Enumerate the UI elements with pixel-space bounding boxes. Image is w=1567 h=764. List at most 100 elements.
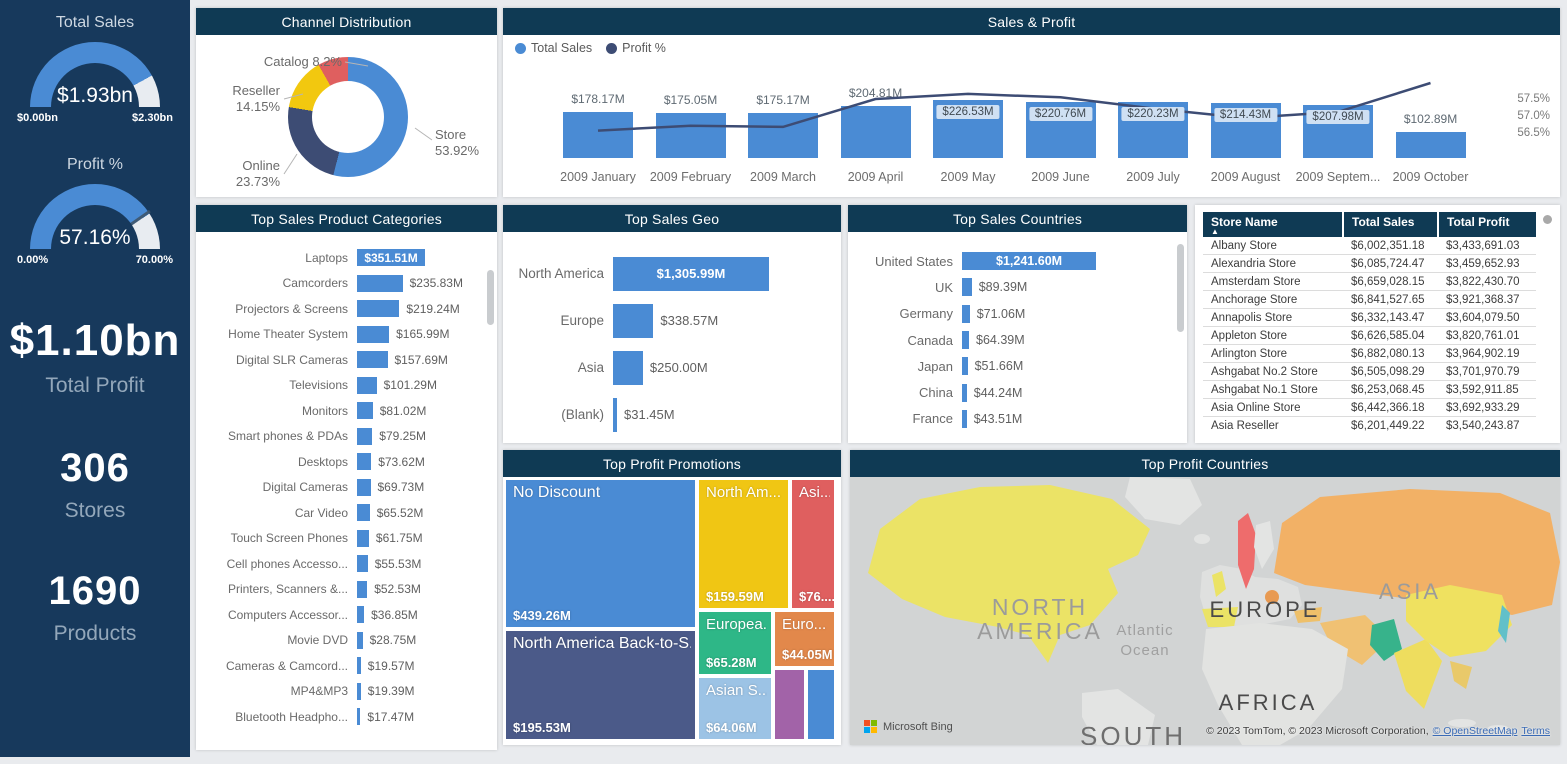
bar-row[interactable]: Laptops$351.51M	[202, 245, 483, 271]
bar-row[interactable]: North America$1,305.99M	[509, 250, 829, 297]
map-canvas[interactable]: NORTH AMERICA EUROPE ASIA AFRICA SOUTH A…	[850, 477, 1560, 745]
combo-chart[interactable]: Total Sales Profit % $178.17M2009 Januar…	[503, 35, 1560, 197]
stores-kpi[interactable]: 306 Stores	[0, 446, 190, 523]
treemap-block[interactable]	[775, 670, 804, 739]
total-profit-kpi[interactable]: $1.10bn Total Profit	[0, 316, 190, 398]
bar-row[interactable]: Projectors & Screens$219.24M	[202, 296, 483, 322]
column-header-total-profit[interactable]: Total Profit	[1438, 212, 1536, 237]
bar-row[interactable]: Home Theater System$165.99M	[202, 322, 483, 348]
table-row[interactable]: Ashgabat No.1 Store$6,253,068.45$3,592,9…	[1203, 381, 1536, 399]
bar[interactable]	[962, 278, 972, 296]
bar[interactable]	[357, 428, 372, 445]
bar-row[interactable]: Movie DVD$28.75M	[202, 628, 483, 654]
bar[interactable]	[357, 632, 363, 649]
openstreetmap-link[interactable]: © OpenStreetMap	[1433, 725, 1518, 737]
bar[interactable]: $1,305.99M	[613, 257, 769, 291]
column-header-store-name[interactable]: Store Name▲	[1203, 212, 1343, 237]
treemap-block[interactable]: Asi...$76....	[792, 480, 834, 608]
bar[interactable]	[357, 300, 399, 317]
bar[interactable]: $1,241.60M	[962, 252, 1096, 270]
table-header-row[interactable]: Store Name▲ Total Sales Total Profit	[1203, 212, 1536, 237]
bar-row[interactable]: Televisions$101.29M	[202, 373, 483, 399]
bar[interactable]	[613, 304, 653, 338]
treemap-block[interactable]: North Am...$159.59M	[699, 480, 788, 608]
bar-row[interactable]: Europe$338.57M	[509, 297, 829, 344]
total-sales-bar[interactable]	[563, 112, 633, 158]
world-map[interactable]: NORTH AMERICA EUROPE ASIA AFRICA SOUTH A…	[850, 477, 1560, 745]
bar[interactable]	[962, 384, 967, 402]
bar-row[interactable]: Germany$71.06M	[854, 301, 1171, 327]
bar-row[interactable]: France$43.51M	[854, 406, 1171, 432]
bar-row[interactable]: Bluetooth Headpho...$17.47M	[202, 704, 483, 730]
bar-row[interactable]: Digital Cameras$69.73M	[202, 475, 483, 501]
table-row[interactable]: Amsterdam Store$6,659,028.15$3,822,430.7…	[1203, 273, 1536, 291]
donut-chart[interactable]: Catalog 8.2% Reseller 14.15% Online 23.7…	[196, 35, 497, 197]
bar[interactable]	[962, 305, 970, 323]
treemap-block[interactable]: Asian S...$64.06M	[699, 678, 771, 739]
bar-row[interactable]: (Blank)$31.45M	[509, 391, 829, 438]
table-row[interactable]: Alexandria Store$6,085,724.47$3,459,652.…	[1203, 255, 1536, 273]
panel-options-dot[interactable]	[1543, 215, 1552, 224]
product-categories-bar-chart[interactable]: Laptops$351.51MCamcorders$235.83MProject…	[196, 232, 497, 750]
promotions-treemap[interactable]: No Discount$439.26MNorth America Back-to…	[503, 477, 841, 745]
bar[interactable]	[357, 530, 369, 547]
total-sales-bar[interactable]	[748, 113, 818, 158]
bar[interactable]	[962, 331, 969, 349]
total-sales-gauge[interactable]: Total Sales $1.93bn $0.00bn $2.30bn	[0, 14, 190, 124]
table-row[interactable]: Anchorage Store$6,841,527.65$3,921,368.3…	[1203, 291, 1536, 309]
table-row[interactable]: Asia Reseller$6,201,449.22$3,540,243.87	[1203, 417, 1536, 435]
treemap-block[interactable]: North America Back-to-S...$195.53M	[506, 631, 695, 739]
bar-row[interactable]: Cameras & Camcord...$19.57M	[202, 653, 483, 679]
bar[interactable]	[962, 357, 968, 375]
table-row[interactable]: Annapolis Store$6,332,143.47$3,604,079.5…	[1203, 309, 1536, 327]
terms-link[interactable]: Terms	[1521, 725, 1550, 737]
scrollbar[interactable]	[487, 270, 494, 325]
bar[interactable]	[962, 410, 967, 428]
bar-row[interactable]: Camcorders$235.83M	[202, 271, 483, 297]
bar[interactable]	[613, 398, 617, 432]
bar[interactable]	[357, 453, 371, 470]
bar[interactable]	[357, 351, 388, 368]
bar-row[interactable]: UK$89.39M	[854, 274, 1171, 300]
geo-bar-chart[interactable]: North America$1,305.99MEurope$338.57MAsi…	[503, 232, 841, 443]
bar-row[interactable]: China$44.24M	[854, 379, 1171, 405]
treemap-block[interactable]: Europea...$65.28M	[699, 612, 771, 674]
bar[interactable]	[357, 581, 367, 598]
bar[interactable]	[357, 479, 371, 496]
map-iceland[interactable]	[1194, 534, 1210, 544]
treemap-block[interactable]: No Discount$439.26M	[506, 480, 695, 627]
bar-row[interactable]: Touch Screen Phones$61.75M	[202, 526, 483, 552]
bar-row[interactable]: Monitors$81.02M	[202, 398, 483, 424]
bar[interactable]	[357, 683, 361, 700]
table-row[interactable]: Ashgabat No.2 Store$6,505,098.29$3,701,9…	[1203, 363, 1536, 381]
bar-row[interactable]: Printers, Scanners &...$52.53M	[202, 577, 483, 603]
scrollbar[interactable]	[1177, 244, 1184, 332]
column-header-total-sales[interactable]: Total Sales	[1343, 212, 1438, 237]
bar[interactable]	[357, 377, 377, 394]
table-row[interactable]: Asia Online Store$6,442,366.18$3,692,933…	[1203, 399, 1536, 417]
table-row[interactable]: Albany Store$6,002,351.18$3,433,691.03	[1203, 237, 1536, 255]
total-sales-bar[interactable]	[656, 113, 726, 158]
bar-row[interactable]: Cell phones Accesso...$55.53M	[202, 551, 483, 577]
bar-row[interactable]: Canada$64.39M	[854, 327, 1171, 353]
bar[interactable]	[357, 657, 361, 674]
bar-row[interactable]: Japan$51.66M	[854, 353, 1171, 379]
total-sales-bar[interactable]	[841, 106, 911, 158]
products-kpi[interactable]: 1690 Products	[0, 569, 190, 646]
bar-row[interactable]: MP4&MP3$19.39M	[202, 679, 483, 705]
bar[interactable]	[357, 708, 360, 725]
treemap-block[interactable]	[808, 670, 834, 739]
bar[interactable]	[357, 504, 370, 521]
bar[interactable]	[613, 351, 643, 385]
profit-pct-gauge[interactable]: Profit % 57.16% 0.00% 70.00%	[0, 156, 190, 266]
total-sales-bar[interactable]	[1396, 132, 1466, 158]
bar-row[interactable]: Desktops$73.62M	[202, 449, 483, 475]
bar-row[interactable]: Digital SLR Cameras$157.69M	[202, 347, 483, 373]
table-row[interactable]: Arlington Store$6,882,080.13$3,964,902.1…	[1203, 345, 1536, 363]
bar[interactable]	[357, 606, 364, 623]
bar-row[interactable]: Computers Accessor...$36.85M	[202, 602, 483, 628]
bar[interactable]	[357, 402, 373, 419]
bar[interactable]	[357, 326, 389, 343]
bar-row[interactable]: Smart phones & PDAs$79.25M	[202, 424, 483, 450]
countries-bar-chart[interactable]: United States$1,241.60MUK$89.39MGermany$…	[848, 232, 1187, 443]
